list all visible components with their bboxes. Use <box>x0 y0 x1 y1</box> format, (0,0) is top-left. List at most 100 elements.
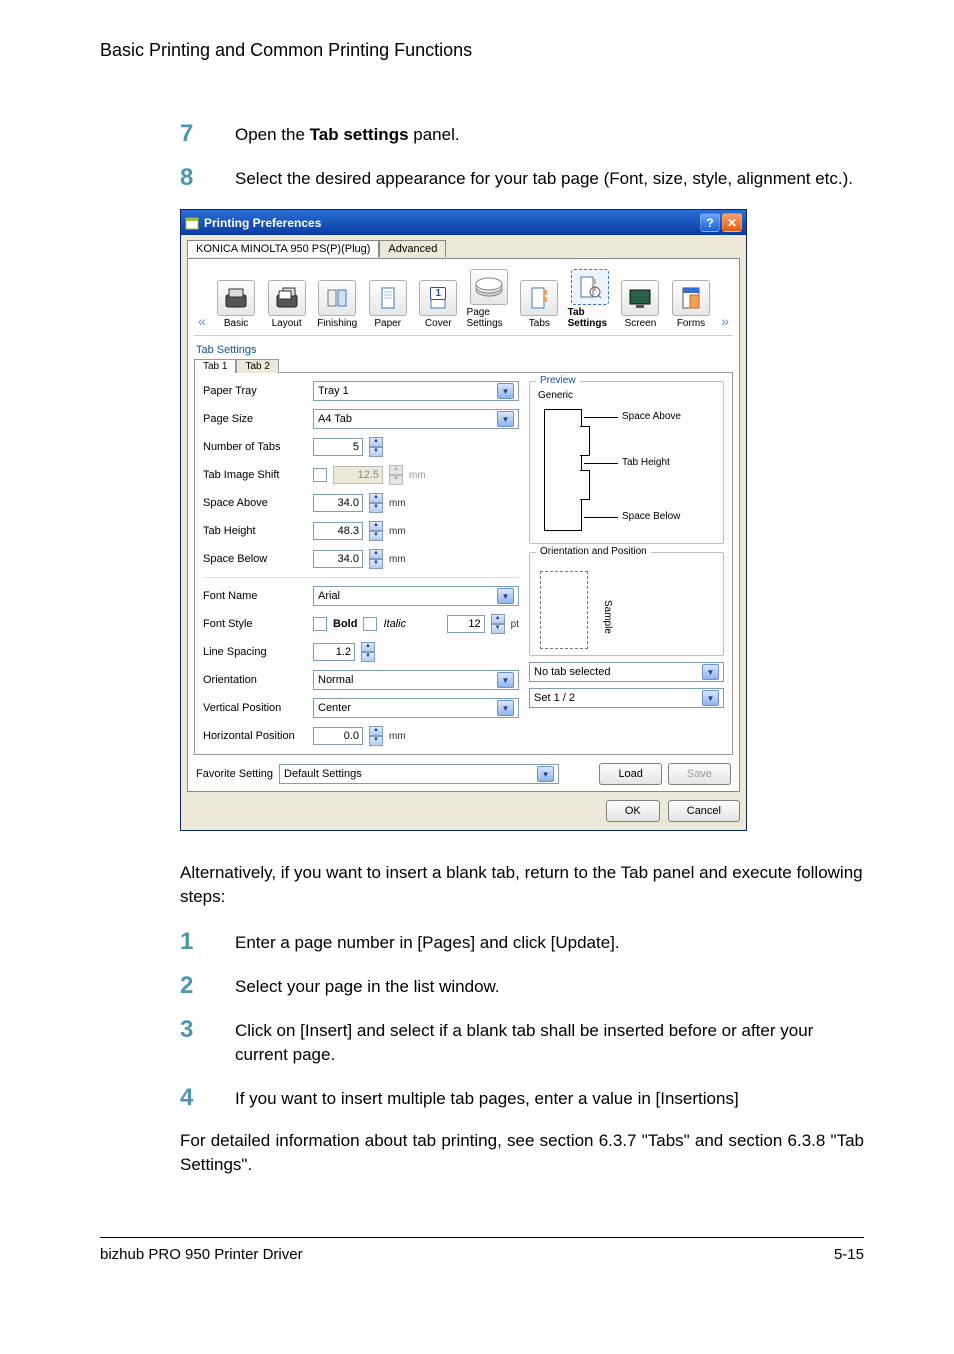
select-value: Tray 1 <box>318 385 349 397</box>
label-font-name: Font Name <box>203 590 313 602</box>
help-button[interactable]: ? <box>700 213 720 232</box>
spinner-font-size[interactable]: ▲▼ <box>491 614 505 634</box>
input-image-shift: 12.5 <box>333 466 383 484</box>
paper-icon <box>369 280 407 316</box>
nav-paper[interactable]: Paper <box>365 280 410 329</box>
step-7-bold: Tab settings <box>310 125 409 144</box>
save-button[interactable]: Save <box>668 763 731 785</box>
nav-cover[interactable]: 1 Cover <box>416 280 461 329</box>
nav-label: Tabs <box>529 318 550 329</box>
nav-screen[interactable]: Screen <box>618 280 663 329</box>
close-button[interactable]: ✕ <box>722 213 742 232</box>
select-value: Arial <box>318 590 340 602</box>
tabs-icon <box>520 280 558 316</box>
dialog-title: Printing Preferences <box>204 216 321 230</box>
page-header: Basic Printing and Common Printing Funct… <box>100 40 864 61</box>
spinner-tab-height[interactable]: ▲▼ <box>369 521 383 541</box>
select-page-size[interactable]: A4 Tab▼ <box>313 409 519 429</box>
checkbox-bold[interactable] <box>313 617 327 631</box>
input-space-above[interactable]: 34.0 <box>313 494 363 512</box>
step-number-8: 8 <box>180 165 235 191</box>
category-nav: « Basic Layout Finishing <box>194 265 733 336</box>
nav-layout[interactable]: Layout <box>264 280 309 329</box>
preview-title: Preview <box>536 375 580 386</box>
chevron-down-icon: ▼ <box>497 411 514 427</box>
nav-tab-settings[interactable]: Tab Settings <box>568 269 613 329</box>
nav-label: Finishing <box>317 318 357 329</box>
label-bold: Bold <box>333 618 357 630</box>
driver-tab-km[interactable]: KONICA MINOLTA 950 PS(P)(Plug) <box>187 240 379 257</box>
spinner-space-below[interactable]: ▲▼ <box>369 549 383 569</box>
select-font-name[interactable]: Arial ▼ <box>313 586 519 606</box>
chevron-down-icon: ▼ <box>497 700 514 716</box>
nav-prev[interactable]: « <box>196 313 208 329</box>
chevron-down-icon: ▼ <box>497 672 514 688</box>
select-vertical-position[interactable]: Center ▼ <box>313 698 519 718</box>
label-italic: Italic <box>383 618 406 630</box>
chevron-down-icon: ▼ <box>702 664 719 680</box>
input-horizontal-position[interactable]: 0.0 <box>313 727 363 745</box>
select-no-tab-selected[interactable]: No tab selected▼ <box>529 662 724 682</box>
input-space-below[interactable]: 34.0 <box>313 550 363 568</box>
label-page-size: Page Size <box>203 413 313 425</box>
forms-icon <box>672 280 710 316</box>
select-favorite-setting[interactable]: Default Settings▼ <box>279 764 559 784</box>
nav-finishing[interactable]: Finishing <box>315 280 360 329</box>
nav-page-settings[interactable]: Page Settings <box>467 269 512 329</box>
label-space-above: Space Above <box>203 497 313 509</box>
basic-icon <box>217 280 255 316</box>
nav-label: Forms <box>677 318 705 329</box>
select-value: Normal <box>318 674 353 686</box>
badge-icon: 1 <box>430 287 446 300</box>
nav-next[interactable]: » <box>719 313 731 329</box>
label-favorite-setting: Favorite Setting <box>196 768 273 780</box>
spinner-horizontal-position[interactable]: ▲▼ <box>369 726 383 746</box>
load-button[interactable]: Load <box>599 763 661 785</box>
label-image-shift: Tab Image Shift <box>203 469 313 481</box>
input-font-size[interactable]: 12 <box>447 615 485 633</box>
chevron-down-icon: ▼ <box>497 588 514 604</box>
cover-icon: 1 <box>419 280 457 316</box>
footer-left: bizhub PRO 950 Printer Driver <box>100 1246 303 1263</box>
select-value: Center <box>318 702 351 714</box>
nav-forms[interactable]: Forms <box>669 280 714 329</box>
finishing-icon <box>318 280 356 316</box>
step-text-8: Select the desired appearance for your t… <box>235 165 864 191</box>
step-text-7: Open the Tab settings panel. <box>235 121 864 147</box>
driver-tab-advanced[interactable]: Advanced <box>379 240 446 257</box>
label-tab-height: Tab Height <box>203 525 313 537</box>
label-vertical-position: Vertical Position <box>203 702 313 714</box>
page-settings-icon <box>470 269 508 305</box>
xref-text: For detailed information about tab print… <box>180 1129 864 1177</box>
step-number-4: 4 <box>180 1085 235 1111</box>
checkbox-italic[interactable] <box>363 617 377 631</box>
cancel-button[interactable]: Cancel <box>668 800 740 822</box>
select-value: Default Settings <box>284 768 362 780</box>
select-paper-tray[interactable]: Tray 1▼ <box>313 381 519 401</box>
unit-font-size: pt <box>511 619 519 630</box>
chevron-down-icon: ▼ <box>702 690 719 706</box>
unit-tab-height: mm <box>389 526 406 537</box>
input-line-spacing[interactable]: 1.2 <box>313 643 355 661</box>
select-set[interactable]: Set 1 / 2▼ <box>529 688 724 708</box>
nav-basic[interactable]: Basic <box>214 280 259 329</box>
checkbox-image-shift[interactable] <box>313 468 327 482</box>
label-num-tabs: Number of Tabs <box>203 441 313 453</box>
select-orientation[interactable]: Normal ▼ <box>313 670 519 690</box>
nav-label: Page Settings <box>467 307 512 329</box>
spinner-space-above[interactable]: ▲▼ <box>369 493 383 513</box>
subtab-tab2[interactable]: Tab 2 <box>236 359 278 373</box>
spinner-line-spacing[interactable]: ▲▼ <box>361 642 375 662</box>
nav-label: Basic <box>224 318 248 329</box>
nav-label: Cover <box>425 318 452 329</box>
input-num-tabs[interactable]: 5 <box>313 438 363 456</box>
ok-button[interactable]: OK <box>606 800 660 822</box>
step-text-2: Select your page in the list window. <box>235 973 864 999</box>
footer-right: 5-15 <box>834 1246 864 1263</box>
label-line-spacing: Line Spacing <box>203 646 313 658</box>
subtab-tab1[interactable]: Tab 1 <box>194 359 236 373</box>
nav-label: Screen <box>625 318 657 329</box>
spinner-num-tabs[interactable]: ▲▼ <box>369 437 383 457</box>
nav-tabs[interactable]: Tabs <box>517 280 562 329</box>
input-tab-height[interactable]: 48.3 <box>313 522 363 540</box>
